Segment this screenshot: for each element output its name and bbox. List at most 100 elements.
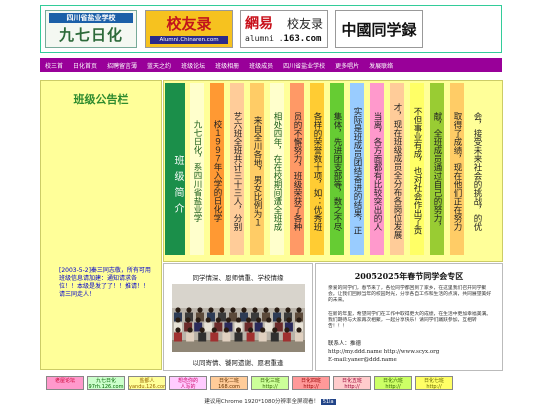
- person-head: [175, 327, 181, 333]
- person-head: [223, 327, 229, 333]
- person-head: [296, 317, 302, 323]
- nav-item[interactable]: 四川省盐业学校: [278, 61, 330, 70]
- school-logo-top-text: 四川省盐业学校: [49, 13, 133, 23]
- class-intro-column: 献，全班成员通过自己的努力，: [430, 83, 444, 255]
- class-intro-column: 相处四年，在在校期间遭全班成: [270, 83, 284, 255]
- person-body: [246, 332, 255, 342]
- friend-link-banner[interactable]: 日化七班 http://: [415, 376, 453, 390]
- person-body: [270, 332, 279, 342]
- main-nav: 校三首 日化首页 招聘留言薄 蓝天之约 班级论坛 班级相册 班级成员 四川省盐业学校 更多唱片发…: [40, 58, 502, 72]
- person-head: [175, 317, 181, 323]
- person-head: [211, 327, 217, 333]
- person-head: [286, 317, 292, 323]
- festival-contact: 联系人：推德: [328, 341, 362, 347]
- person-head: [252, 307, 258, 313]
- person-head: [260, 327, 266, 333]
- class-intro-column: 员的不懈努力，班级荣获了各种: [290, 83, 304, 255]
- friend-link-banner[interactable]: 盐都人 yandu.126.com: [128, 376, 166, 390]
- festival-paragraph-2: 在新的年里，希望同学们在工作中取得更大的成绩，在生活中更加幸福美满。我们期待与大…: [328, 312, 492, 330]
- class-notice-title: 班级公告栏: [73, 93, 129, 106]
- class-photo-panel: 同学情深、恩师情重、学校情缘 以同寄情、饕阿遗谢、愿君重逢: [163, 263, 313, 371]
- person-head: [276, 317, 282, 323]
- china-alumni-logo[interactable]: 中國同学録: [335, 10, 423, 48]
- person-head: [175, 307, 181, 313]
- person-body: [295, 332, 303, 342]
- friend-link-banner[interactable]: 想念你的 人写的: [169, 376, 207, 390]
- class-intro-title: 班级简介: [165, 83, 185, 255]
- friend-link-banner[interactable]: 日化三班 http://: [251, 376, 289, 390]
- nav-item[interactable]: 蓝天之约: [142, 61, 176, 70]
- person-body: [198, 332, 207, 342]
- friend-link-banner[interactable]: 日化四班 http://: [292, 376, 330, 390]
- class-intro-column: 来自全川各地，男女比例为１: [250, 83, 264, 255]
- person-head: [248, 327, 254, 333]
- person-head: [199, 327, 205, 333]
- class-intro-column: 校１９９７年入学的日化学: [210, 83, 224, 255]
- china-alumni-logo-text: 中國同学録: [341, 21, 417, 39]
- nav-item[interactable]: 校三首: [40, 61, 68, 70]
- person-body: [234, 332, 243, 342]
- friend-link-banner[interactable]: 老屋论坛: [46, 376, 84, 390]
- person-head: [230, 307, 236, 313]
- nav-item[interactable]: 招聘留言薄: [102, 61, 142, 70]
- person-body: [174, 332, 182, 342]
- school-logo[interactable]: 四川省盐业学校 九七日化: [45, 10, 137, 48]
- nav-item[interactable]: 班级论坛: [176, 61, 210, 70]
- person-head: [219, 307, 225, 313]
- nav-item[interactable]: 班级成员: [244, 61, 278, 70]
- person-head: [215, 317, 221, 323]
- spring-festival-panel: 20052025年春节同学会专区 亲爱的同学们，春节来了，各位同学都回到了家乡，…: [315, 263, 503, 371]
- person-body: [186, 332, 195, 342]
- friend-link-banner[interactable]: 日化五班 http://: [333, 376, 371, 390]
- nav-item[interactable]: 班级相册: [210, 61, 244, 70]
- footer: 建议用Chrome 1920*1080分辨率全屏观看！ 51la: [0, 397, 540, 405]
- footer-text: 建议用Chrome 1920*1080分辨率全屏观看！: [204, 399, 319, 405]
- person-head: [296, 327, 302, 333]
- class-intro-column: 实际是班成员团结奋进的结果，正: [350, 83, 364, 255]
- person-head: [284, 327, 290, 333]
- class-notice-text[interactable]: [2003-5-2]秦三同志敬，所有可用班级信息请加建：通知请求各位！！本级是发…: [59, 267, 153, 299]
- person-body: [204, 322, 213, 332]
- class-intro-column: 当离，各方面都有比较突出的人: [370, 83, 384, 255]
- class-intro-column: 各样的荣誉数十项，如：优秀班: [310, 83, 324, 255]
- class-intro-column: 取得了成绩，现在他们正在努力: [450, 83, 464, 255]
- person-head: [185, 317, 191, 323]
- person-body: [258, 332, 267, 342]
- festival-paragraph-1: 亲爱的同学们，春节来了，各位同学都回到了家乡，在这里我们召开同学聚会。让我们回顾…: [328, 286, 492, 304]
- person-head: [235, 317, 242, 323]
- friend-link-banner[interactable]: 九七日化 97rh.126.com: [87, 376, 125, 390]
- stats-badge[interactable]: 51la: [320, 399, 336, 405]
- person-body: [210, 332, 219, 342]
- nav-item[interactable]: 发展联络: [364, 61, 398, 70]
- chinaren-logo-sub-text: Alumni.Chinaren.com: [150, 36, 228, 44]
- class-notice-panel: 班级公告栏 [2003-5-2]秦三同志敬，所有可用班级信息请加建：通知请求各位…: [40, 80, 162, 370]
- festival-email[interactable]: E-mail:yaner@ddd.name: [328, 356, 397, 364]
- person-body: [264, 322, 273, 332]
- person-head: [235, 327, 242, 333]
- person-head: [296, 307, 302, 313]
- class-intro-column: 才，现在班级成员全分布各岗位发展: [390, 83, 404, 255]
- person-head: [274, 307, 280, 313]
- netease-logo-url: alumni .163.com: [245, 34, 322, 44]
- friend-link-banner[interactable]: 日化二班 168.com: [210, 376, 248, 390]
- school-logo-main-text: 九七日化: [58, 26, 123, 44]
- person-head: [205, 317, 211, 323]
- person-head: [256, 317, 262, 323]
- class-group-photo[interactable]: [172, 284, 305, 352]
- netease-logo-main-text: 網易: [245, 16, 273, 32]
- person-head: [266, 317, 272, 323]
- person-head: [197, 307, 203, 313]
- chinaren-logo-main-text: 校友录: [166, 15, 212, 33]
- class-intro-column: 艺六班全班共计三十三人，分别: [230, 83, 244, 255]
- person-head: [272, 327, 278, 333]
- person-body: [282, 332, 291, 342]
- netease-alumni-logo[interactable]: 網易 校友录 alumni .163.com: [240, 10, 328, 48]
- class-intro-column: 集体，先进团支部等，数之不尽: [330, 83, 344, 255]
- friend-link-banner[interactable]: 日化六班 http://: [374, 376, 412, 390]
- nav-item[interactable]: 更多唱片: [330, 61, 364, 70]
- netease-logo-main-text2: 校友录: [287, 17, 324, 31]
- festival-links[interactable]: http://my.ddd.name http://www.scyx.org: [328, 348, 439, 356]
- person-head: [263, 307, 269, 313]
- nav-item[interactable]: 日化首页: [68, 61, 102, 70]
- chinaren-alumni-logo[interactable]: 校友录 Alumni.Chinaren.com: [145, 10, 233, 48]
